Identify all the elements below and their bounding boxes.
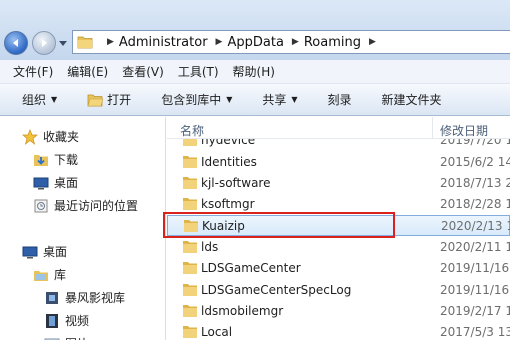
recent-pages-dropdown[interactable] (58, 38, 68, 48)
file-name: kjl-software (201, 176, 271, 190)
folder-icon (183, 326, 197, 338)
menu-view[interactable]: 查看(V) (122, 63, 164, 80)
organize-button[interactable]: 组织 ▼ (22, 91, 57, 108)
file-name: lds (201, 240, 219, 254)
forward-arrow-icon (42, 39, 47, 47)
file-date: 2019/11/16 (440, 283, 510, 297)
file-row[interactable]: ldsmobilemgr 2019/2/17 1 (167, 301, 510, 322)
breadcrumb-item[interactable]: Administrator ▶ (119, 35, 228, 50)
breadcrumb-item[interactable]: AppData ▶ (227, 35, 303, 50)
file-row[interactable]: kjl-software 2018/7/13 2 (167, 173, 510, 194)
desktop-icon (22, 244, 38, 260)
file-date: 2017/5/3 13 (440, 325, 510, 339)
back-button[interactable] (4, 31, 28, 55)
highlight-annotation-box (163, 212, 395, 238)
nav-videos[interactable]: 视频 (44, 312, 89, 329)
nav-desktop[interactable]: 桌面 (22, 243, 67, 260)
file-date: 2019/7/20 16 (440, 139, 510, 147)
library-icon (33, 267, 49, 283)
folder-icon (77, 36, 93, 49)
folder-icon (183, 241, 197, 253)
open-folder-icon (87, 94, 104, 106)
file-row[interactable]: hydevice 2019/7/20 16 (167, 139, 510, 151)
menu-edit[interactable]: 编辑(E) (67, 63, 108, 80)
share-button[interactable]: 共享 ▼ (262, 91, 297, 108)
menu-bar: 文件(F) 编辑(E) 查看(V) 工具(T) 帮助(H) (0, 60, 510, 84)
nav-storm-library[interactable]: 暴风影视库 (44, 289, 125, 306)
folder-icon (183, 177, 197, 189)
burn-button[interactable]: 刻录 (328, 91, 352, 108)
include-in-library-button[interactable]: 包含到库中 ▼ (161, 91, 232, 108)
desktop-icon (33, 175, 49, 191)
folder-icon (183, 139, 197, 146)
nav-pictures[interactable]: 图片 (44, 335, 89, 340)
recent-places-icon (33, 198, 49, 214)
folder-icon (183, 284, 197, 296)
star-icon (22, 128, 38, 145)
file-name: hydevice (201, 139, 256, 147)
back-arrow-icon (13, 39, 18, 47)
file-name: LDSGameCenterSpecLog (201, 283, 352, 297)
nav-favorites[interactable]: 收藏夹 (22, 128, 79, 145)
nav-recent-places[interactable]: 最近访问的位置 (33, 197, 138, 214)
navigation-pane: 收藏夹 下载 桌面 最近访问的位置 桌面 库 暴风影视库 视频 图片 (0, 117, 166, 340)
file-name: LDSGameCenter (201, 261, 301, 275)
column-header-date-modified[interactable]: 修改日期 (440, 122, 488, 139)
folder-icon (183, 305, 197, 317)
nav-libraries[interactable]: 库 (33, 266, 66, 283)
video-library-icon (44, 290, 60, 306)
chevron-down-icon: ▼ (226, 95, 233, 104)
file-date: 2019/2/17 1 (440, 304, 510, 318)
menu-file[interactable]: 文件(F) (13, 63, 53, 80)
film-strip-icon (44, 313, 60, 329)
column-divider[interactable] (432, 117, 433, 139)
folder-icon (183, 262, 197, 274)
chevron-down-icon: ▼ (291, 95, 298, 104)
file-row[interactable]: LDSGameCenter 2019/11/16 (167, 258, 510, 279)
file-name: ksoftmgr (201, 197, 255, 211)
breadcrumb-item[interactable]: Roaming ▶ (304, 35, 381, 50)
menu-help[interactable]: 帮助(H) (233, 63, 275, 80)
open-button[interactable]: 打开 (87, 91, 131, 108)
folder-icon (183, 198, 197, 210)
command-bar: 组织 ▼ 打开 包含到库中 ▼ 共享 ▼ 刻录 新建文件夹 (0, 84, 510, 116)
new-folder-button[interactable]: 新建文件夹 (382, 91, 442, 108)
file-date: 2015/6/2 14 (440, 155, 510, 169)
file-name: ldsmobilemgr (201, 304, 284, 318)
nav-downloads[interactable]: 下载 (33, 151, 78, 168)
file-date: 2018/2/28 13 (440, 197, 510, 211)
file-row[interactable]: lds 2020/2/11 1 (167, 237, 510, 258)
file-date: 2020/2/11 1 (440, 240, 510, 254)
pictures-icon (44, 336, 60, 340)
breadcrumb-root-arrow[interactable]: ▶ (99, 37, 119, 47)
file-row[interactable]: LDSGameCenterSpecLog 2019/11/16 (167, 280, 510, 301)
address-area: ▶ Administrator ▶ AppData ▶ Roaming ▶ (0, 0, 510, 60)
file-name: Identities (201, 155, 257, 169)
address-bar[interactable]: ▶ Administrator ▶ AppData ▶ Roaming ▶ (72, 30, 510, 54)
column-header-row: 名称 修改日期 (167, 117, 510, 139)
file-row[interactable]: Local 2017/5/3 13 (167, 322, 510, 340)
file-date: 2018/7/13 2 (440, 176, 510, 190)
file-name: Local (201, 325, 233, 339)
nav-desktop-favorite[interactable]: 桌面 (33, 174, 78, 191)
menu-tools[interactable]: 工具(T) (178, 63, 219, 80)
forward-button[interactable] (32, 31, 56, 55)
chevron-down-icon: ▼ (51, 95, 58, 104)
file-list: hydevice 2019/7/20 16 Identities 2015/6/… (167, 139, 510, 340)
file-row[interactable]: Identities 2015/6/2 14 (167, 152, 510, 173)
file-date: 2019/11/16 (440, 261, 510, 275)
folder-icon (183, 156, 197, 168)
downloads-folder-icon (33, 152, 49, 168)
file-date: 2020/2/13 1 (441, 219, 510, 233)
column-header-name[interactable]: 名称 (180, 122, 204, 139)
